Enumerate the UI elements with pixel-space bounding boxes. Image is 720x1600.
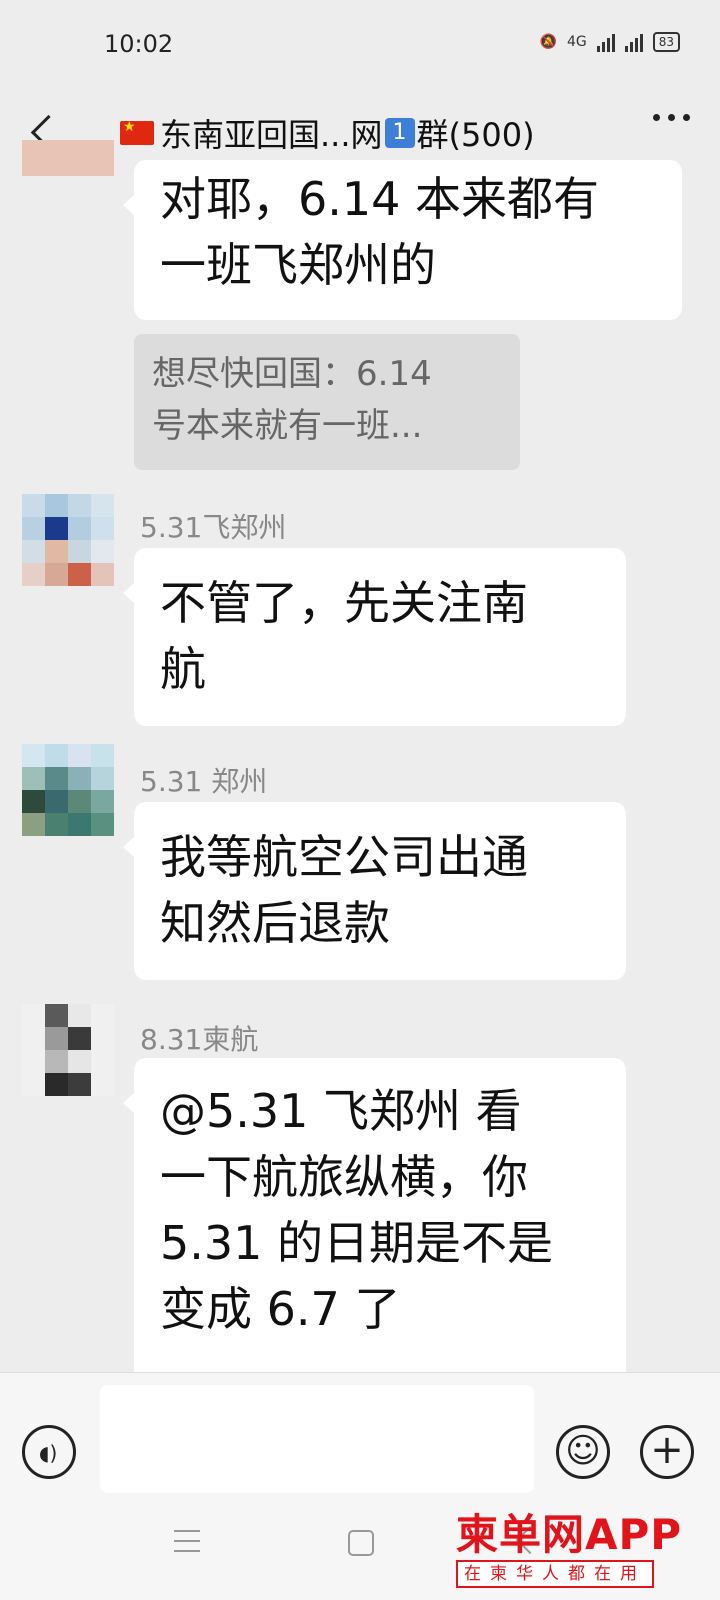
avatar[interactable] — [22, 494, 114, 586]
watermark-slogan: 在柬华人都在用 — [456, 1560, 654, 1588]
message-line: 一班飞郑州的 — [160, 238, 436, 292]
message-input[interactable] — [100, 1385, 534, 1493]
watermark-logo: 柬单网APP — [456, 1510, 683, 1559]
sender-name: 5.31飞郑州 — [140, 511, 287, 544]
quoted-message[interactable]: 想尽快回国：6.14 号本来就有一班... — [134, 334, 520, 470]
battery-icon: 83 — [652, 32, 680, 52]
chat-title-suffix: 群(500) — [416, 116, 535, 154]
chat-title-text: 东南亚回国...网 — [160, 116, 383, 154]
message-line: 我等航空公司出通 — [160, 830, 528, 884]
message-line: 知然后退款 — [160, 896, 390, 950]
emoji-button[interactable]: ☺ — [556, 1425, 610, 1479]
message-bubble[interactable]: 不管了，先关注南 航 — [123, 548, 626, 726]
message-line: 不管了，先关注南 — [160, 576, 528, 630]
message-line: 航 — [160, 642, 206, 696]
message-line: 一下航旅纵横，你 — [160, 1150, 528, 1204]
status-time: 10:02 — [104, 30, 174, 58]
quote-line: 号本来就有一班... — [152, 406, 423, 446]
app-watermark: 柬单网APP 在柬华人都在用 — [456, 1512, 710, 1596]
sender-name: 8.31柬航 — [140, 1023, 259, 1056]
message-bubble[interactable]: 对耶，6.14 本来都有 一班飞郑州的 — [123, 160, 682, 320]
signal-icon — [596, 32, 615, 52]
avatar[interactable] — [22, 140, 114, 176]
home-icon[interactable] — [348, 1530, 374, 1556]
avatar[interactable] — [22, 1004, 114, 1096]
voice-icon: ◖) — [39, 1441, 58, 1465]
status-bar: 10:02 🔕 4G 83 — [0, 0, 720, 90]
smiley-icon: ☺ — [565, 1431, 601, 1471]
message-line: 5.31 的日期是不是 — [160, 1216, 554, 1270]
more-actions-button[interactable]: + — [640, 1425, 694, 1479]
message-line: 变成 6.7 了 — [160, 1282, 401, 1336]
message-line: @5.31 飞郑州 看 — [160, 1084, 522, 1138]
network-label: 4G — [566, 34, 587, 50]
number-badge: 1 — [384, 118, 415, 148]
voice-button[interactable]: ◖) — [22, 1425, 76, 1479]
mute-icon: 🔕 — [539, 34, 557, 50]
avatar[interactable] — [22, 744, 114, 836]
input-bar: ◖) ☺ + — [0, 1372, 720, 1509]
status-icons: 🔕 4G 83 — [540, 32, 680, 52]
chat-title: 东南亚回国...网 1 群(500) — [120, 110, 535, 156]
quote-line: 想尽快回国：6.14 — [152, 354, 432, 394]
more-dots-icon — [653, 114, 660, 121]
sender-name: 5.31 郑州 — [140, 765, 268, 798]
signal-icon-2 — [624, 32, 643, 52]
message-bubble[interactable]: @5.31 飞郑州 看 一下航旅纵横，你 5.31 的日期是不是 变成 6.7 … — [123, 1058, 626, 1372]
menu-icon[interactable] — [174, 1530, 200, 1552]
message-bubble[interactable]: 我等航空公司出通 知然后退款 — [123, 802, 626, 980]
message-line: 对耶，6.14 本来都有 — [160, 172, 600, 226]
more-button[interactable] — [653, 114, 690, 121]
china-flag-icon — [120, 119, 154, 145]
plus-icon: + — [650, 1427, 684, 1473]
